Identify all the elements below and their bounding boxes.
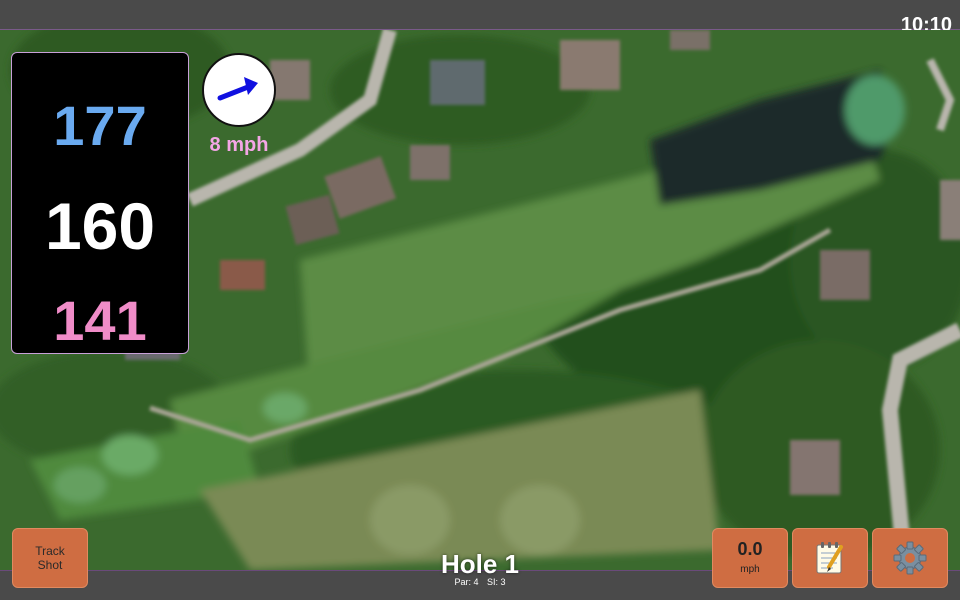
wind-direction-indicator: [202, 53, 276, 127]
front-distance: 141: [53, 289, 147, 352]
track-shot-button[interactable]: Track Shot: [12, 528, 88, 588]
speed-unit: mph: [740, 564, 760, 575]
hole-meta: Par: 4 SI: 3: [380, 577, 580, 587]
settings-button[interactable]: [872, 528, 948, 588]
gear-icon: [893, 541, 927, 575]
back-distance: 177: [53, 94, 147, 157]
wind-speed: 8 mph: [209, 134, 269, 156]
middle-distance: 160: [44, 189, 156, 263]
speed-value: 0.0: [737, 539, 763, 559]
hole-title: Hole 1: [440, 549, 520, 579]
satellite-map[interactable]: 177 160 141 8 mph: [0, 30, 960, 570]
notepad-icon: [816, 542, 843, 574]
speed-button[interactable]: 0.0 mph: [712, 528, 788, 588]
stroke-index-label: SI: 3: [487, 577, 506, 587]
wind-arrow-icon: [217, 77, 258, 101]
notes-button[interactable]: [792, 528, 868, 588]
distance-panel: 177 160 141: [11, 52, 189, 354]
par-label: Par: 4: [454, 577, 479, 587]
status-bar: 10:10: [0, 0, 960, 36]
track-shot-label: Track Shot: [35, 544, 65, 572]
